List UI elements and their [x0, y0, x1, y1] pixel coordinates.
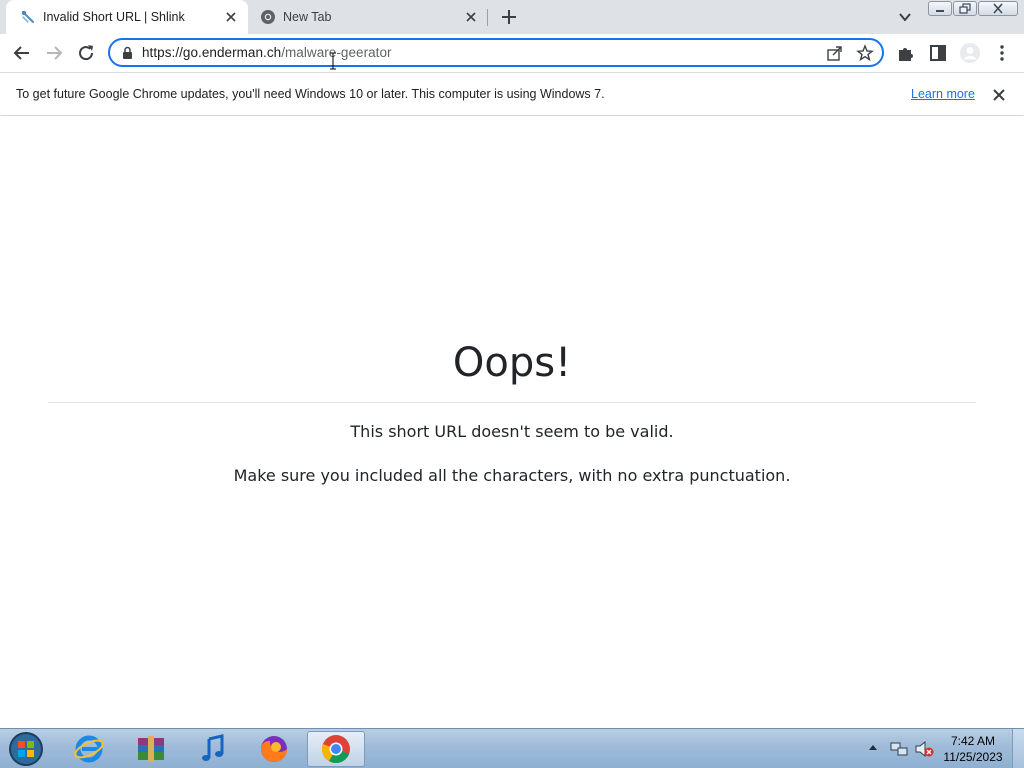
url-host: https://go.enderman.ch	[142, 45, 282, 60]
network-icon[interactable]	[890, 741, 908, 757]
tab-separator	[487, 9, 488, 26]
learn-more-link[interactable]: Learn more	[911, 87, 975, 101]
restore-icon	[959, 3, 971, 14]
infobar-message: To get future Google Chrome updates, you…	[16, 87, 605, 101]
taskbar-firefox[interactable]	[245, 731, 303, 767]
show-desktop-button[interactable]	[1012, 729, 1024, 768]
tab-invalid-short-url[interactable]: Invalid Short URL | Shlink	[6, 0, 248, 34]
internet-explorer-icon	[74, 735, 104, 763]
page-heading: Oops!	[452, 340, 572, 386]
taskbar-itunes[interactable]	[184, 731, 242, 767]
minimize-icon	[936, 10, 944, 12]
tab-strip: Invalid Short URL | Shlink New Tab	[0, 0, 1024, 34]
divider	[48, 402, 976, 403]
browser-toolbar: https://go.enderman.ch/malware-geerator	[0, 34, 1024, 72]
itunes-icon	[202, 734, 224, 761]
close-tab-icon[interactable]	[222, 8, 240, 26]
taskbar-internet-explorer[interactable]	[60, 731, 118, 767]
tab-new-tab[interactable]: New Tab	[250, 0, 488, 34]
taskbar-winrar[interactable]	[122, 731, 180, 767]
lock-icon[interactable]	[121, 46, 134, 60]
extensions-puzzle-icon[interactable]	[895, 42, 917, 64]
show-hidden-icons-icon[interactable]	[868, 743, 878, 751]
new-tab-plus-icon[interactable]	[499, 7, 519, 27]
bookmark-star-icon[interactable]	[856, 44, 874, 62]
side-panel-icon[interactable]	[927, 42, 949, 64]
firefox-icon	[260, 736, 287, 762]
share-icon[interactable]	[826, 44, 844, 62]
url-text[interactable]: https://go.enderman.ch/malware-geerator	[142, 45, 392, 60]
error-hint: Make sure you included all the character…	[233, 466, 791, 485]
restore-button[interactable]	[953, 1, 977, 16]
close-tab-icon[interactable]	[462, 8, 480, 26]
forward-arrow-icon[interactable]	[43, 42, 65, 64]
volume-muted-icon[interactable]	[914, 740, 934, 758]
system-clock[interactable]: 7:42 AM 11/25/2023	[940, 733, 1006, 765]
clock-time: 7:42 AM	[950, 734, 996, 748]
profile-avatar-icon[interactable]	[959, 42, 981, 64]
minimize-button[interactable]	[928, 1, 952, 16]
address-bar[interactable]: https://go.enderman.ch/malware-geerator	[108, 38, 884, 67]
windows-taskbar: 7:42 AM 11/25/2023	[0, 728, 1024, 768]
start-orb-icon[interactable]	[6, 731, 46, 767]
taskbar-chrome[interactable]	[307, 731, 365, 767]
close-infobar-icon[interactable]	[990, 86, 1008, 104]
menu-kebab-icon[interactable]	[991, 42, 1013, 64]
error-message: This short URL doesn't seem to be valid.	[350, 422, 674, 441]
back-arrow-icon[interactable]	[11, 42, 33, 64]
update-infobar: To get future Google Chrome updates, you…	[0, 72, 1024, 115]
page-content: Oops! This short URL doesn't seem to be …	[0, 116, 1024, 728]
window-controls	[928, 1, 1019, 18]
chrome-icon	[321, 735, 350, 763]
tab-title: New Tab	[283, 10, 332, 24]
chrome-window: Invalid Short URL | Shlink New Tab https…	[0, 0, 1024, 768]
close-window-button[interactable]	[978, 1, 1018, 16]
tab-title: Invalid Short URL | Shlink	[43, 10, 185, 24]
chevron-down-icon[interactable]	[896, 8, 914, 26]
winrar-icon	[138, 736, 164, 762]
close-icon	[993, 3, 1003, 14]
reload-icon[interactable]	[75, 42, 97, 64]
clock-date: 11/25/2023	[943, 750, 1003, 764]
chrome-icon	[261, 10, 275, 24]
text-cursor-icon	[330, 52, 336, 70]
shlink-icon	[21, 10, 35, 24]
